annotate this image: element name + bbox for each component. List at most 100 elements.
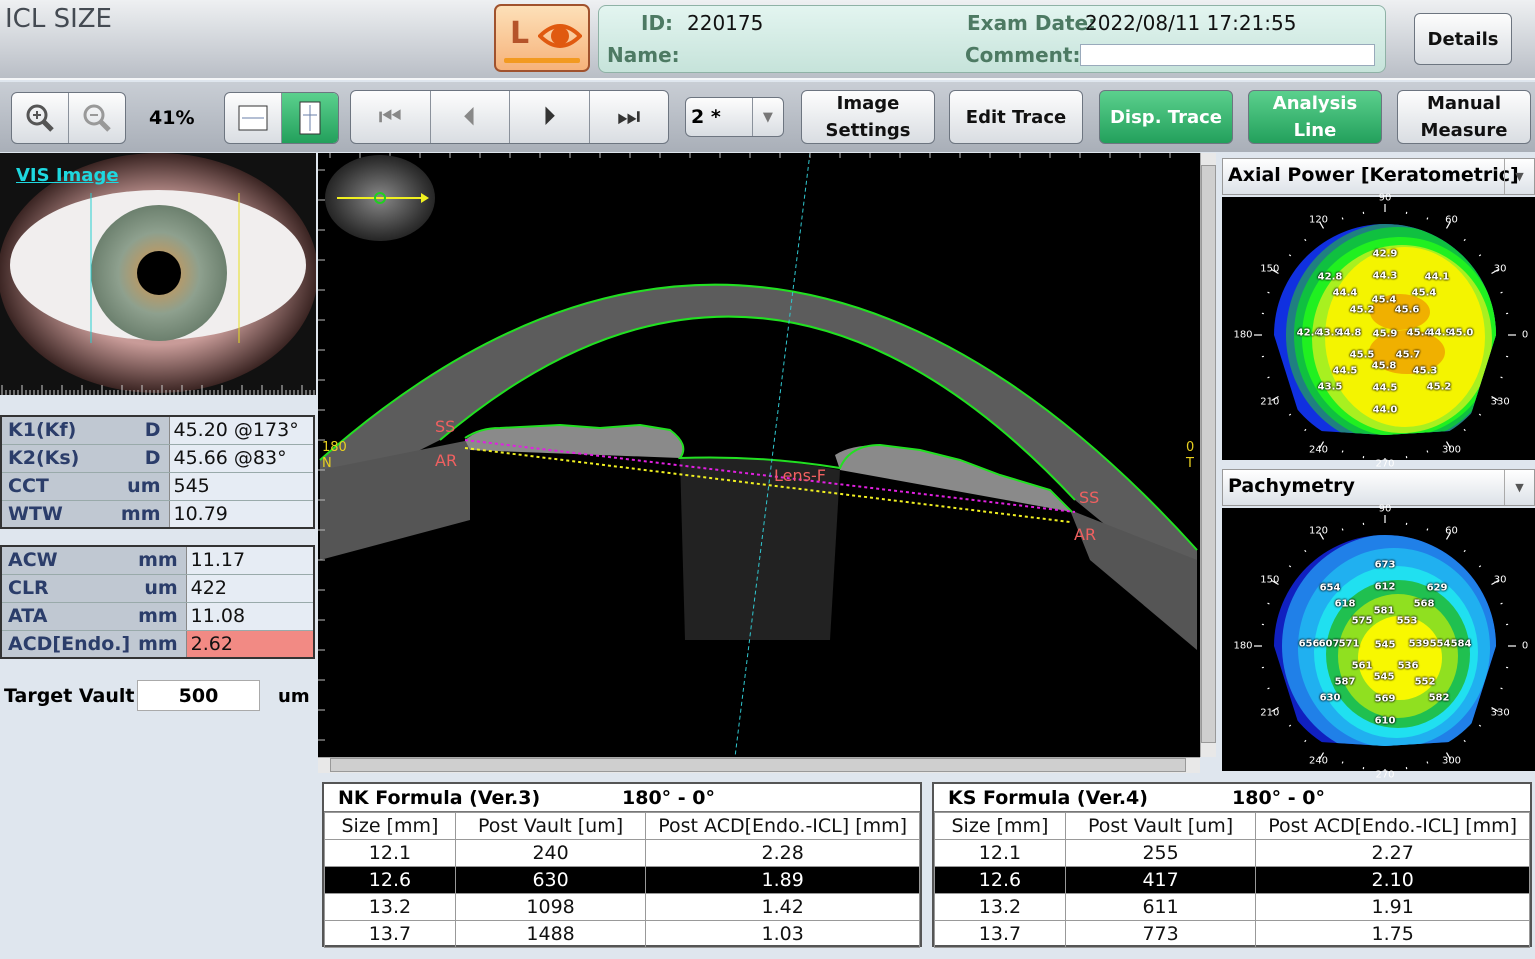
- axial-power-map[interactable]: 90 60 30 0 330 300 270 240 210 180 150 120 42.9 42.8 4…: [1222, 193, 1535, 470]
- angle-tick: [1463, 238, 1466, 242]
- table-row[interactable]: 12.6 630 1.89: [324, 866, 920, 894]
- previous-image-button[interactable]: ⏴: [431, 91, 510, 143]
- column-header: Size [mm]: [934, 812, 1066, 840]
- first-image-button[interactable]: ⏮: [351, 91, 431, 143]
- table-row[interactable]: 12.1 240 2.28: [324, 839, 920, 867]
- table-cell: 1.89: [645, 866, 920, 894]
- zoom-in-button[interactable]: [12, 93, 69, 143]
- analysis-line-button[interactable]: Analysis Line: [1248, 90, 1382, 144]
- next-image-button[interactable]: ⏵: [510, 91, 590, 143]
- vertical-scroll-thumb[interactable]: [1201, 165, 1216, 743]
- manual-measure-button[interactable]: Manual Measure: [1397, 90, 1531, 144]
- last-image-button[interactable]: ⏭: [590, 91, 669, 143]
- angle-label: 180: [1233, 640, 1253, 652]
- angle-label: 210: [1260, 707, 1280, 718]
- table-row[interactable]: 13.7 773 1.75: [934, 920, 1530, 948]
- table-row[interactable]: 12.1 255 2.27: [934, 839, 1530, 867]
- map-value: 45.0: [1448, 327, 1474, 339]
- oct-image[interactable]: SS AR Lens-F SS AR 180 N 0 T: [318, 153, 1200, 757]
- map-value: 582: [1428, 692, 1450, 704]
- zoom-out-button[interactable]: [69, 93, 125, 143]
- scan-direction-arrow-icon: [337, 192, 429, 204]
- eye-photo: [0, 153, 316, 395]
- map-value: 45.2: [1426, 381, 1452, 393]
- angle-label: 0: [1521, 329, 1529, 341]
- map-value: 575: [1351, 615, 1373, 627]
- horizontal-scrollbar[interactable]: [318, 757, 1200, 773]
- fit-height-button[interactable]: [282, 93, 338, 143]
- angle-label: 30: [1493, 574, 1507, 585]
- skip-first-icon: ⏮: [378, 101, 402, 132]
- table-row[interactable]: 13.2 611 1.91: [934, 893, 1530, 921]
- axial-map-header[interactable]: Axial Power [Keratometric] ▼: [1222, 158, 1535, 195]
- eye-side-button[interactable]: L: [494, 4, 590, 72]
- angle-tick: [1267, 602, 1270, 605]
- map-value: 610: [1374, 715, 1396, 727]
- map-value: 45.3: [1412, 365, 1438, 377]
- measurement-unit: mm: [113, 500, 169, 529]
- table-row[interactable]: 13.7 1488 1.03: [324, 920, 920, 948]
- angle-tick: [1478, 565, 1482, 568]
- pachymetry-map-header[interactable]: Pachymetry ▼: [1222, 469, 1535, 506]
- table-cell: 1098: [454, 893, 647, 921]
- angle-tick: [1478, 724, 1482, 727]
- angle-label: 150: [1260, 574, 1280, 585]
- measurement-row: K2(Ks) D 45.66 @83°: [1, 444, 314, 473]
- angle-label: 180: [1233, 329, 1253, 341]
- table-row[interactable]: 12.6 417 2.10: [934, 866, 1530, 894]
- angle-tick: [1500, 291, 1503, 294]
- angle-tick: [1288, 413, 1292, 416]
- map-value: 545: [1373, 671, 1395, 683]
- map-value: 629: [1426, 582, 1448, 594]
- vis-image-link[interactable]: VIS Image: [16, 165, 119, 186]
- image-navigation: ⏮ ⏴ ⏵ ⏭: [350, 90, 669, 144]
- angle-tick: [1304, 549, 1307, 553]
- table-cell: 12.1: [934, 839, 1066, 867]
- fit-height-icon: [299, 101, 321, 135]
- angle-label: 60: [1445, 525, 1458, 537]
- map-value: 587: [1334, 676, 1356, 688]
- angle-tick: [1500, 602, 1503, 605]
- image-select[interactable]: 2 * ▼: [685, 97, 784, 137]
- measurement-value: 11.08: [185, 602, 314, 631]
- edit-trace-button[interactable]: Edit Trace: [949, 90, 1083, 144]
- column-header: Post ACD[Endo.-ICL] [mm]: [645, 812, 920, 840]
- name-label: Name:: [607, 43, 680, 67]
- label-t: T: [1186, 456, 1194, 471]
- horizontal-scroll-thumb[interactable]: [330, 758, 1186, 772]
- angle-label: 120: [1308, 525, 1329, 537]
- ks-formula-title: KS Formula (Ver.4): [948, 786, 1148, 809]
- table-cell: 1.03: [645, 920, 920, 948]
- id-label: ID:: [641, 11, 674, 35]
- angle-label: 270: [1375, 458, 1395, 470]
- table-cell: 611: [1064, 893, 1257, 921]
- measurement-value: 545: [168, 472, 314, 501]
- pachymetry-map[interactable]: 90 60 30 0 330 300 270 240 210 180 150 120 673 654 612…: [1222, 504, 1535, 781]
- table-row[interactable]: 13.2 1098 1.42: [324, 893, 920, 921]
- angle-label: 330: [1490, 707, 1510, 718]
- map-value: 44.5: [1372, 382, 1398, 394]
- vertical-scrollbar[interactable]: [1200, 153, 1216, 757]
- fit-width-button[interactable]: [225, 93, 282, 143]
- disp-trace-button[interactable]: Disp. Trace: [1099, 90, 1233, 144]
- map-value: 42.8: [1317, 271, 1343, 283]
- map-value: 44.0: [1372, 404, 1398, 416]
- angle-tick: [1426, 217, 1429, 220]
- details-button[interactable]: Details: [1414, 13, 1512, 65]
- oct-thumbnail[interactable]: [325, 155, 435, 241]
- measurement-row: K1(Kf) D 45.20 @173°: [1, 416, 314, 445]
- eye-side-underline: [504, 58, 580, 63]
- nk-formula-title: NK Formula (Ver.3): [338, 786, 541, 809]
- measurement-row: ACD[Endo.] mm 2.62: [1, 630, 314, 659]
- table-cell: 13.7: [934, 920, 1066, 948]
- target-vault-unit: um: [278, 686, 310, 707]
- angle-tick: [1341, 528, 1344, 531]
- app-title: ICL SIZE: [5, 4, 112, 34]
- vis-image[interactable]: VIS Image: [0, 153, 316, 395]
- angle-tick: [1341, 450, 1344, 453]
- image-settings-button[interactable]: Image Settings: [801, 90, 935, 144]
- target-vault-input[interactable]: 500: [137, 680, 260, 711]
- measurement-unit: mm: [130, 630, 187, 659]
- measurement-value: 45.20 @173°: [168, 416, 314, 445]
- comment-input[interactable]: [1080, 44, 1375, 66]
